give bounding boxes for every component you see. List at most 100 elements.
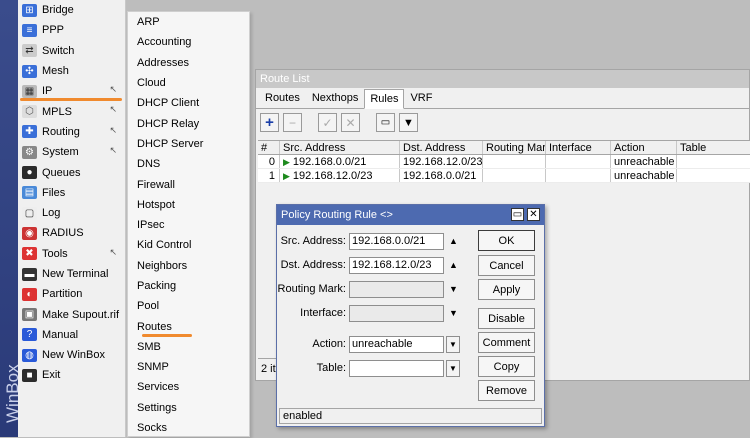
column-header[interactable]: Routing Mark	[483, 141, 546, 154]
enable-button[interactable]: ✓	[318, 113, 337, 132]
dropdown-icon[interactable]: ▼	[446, 335, 460, 353]
comment-button[interactable]: Comment	[478, 332, 535, 353]
column-header[interactable]: Dst. Address	[400, 141, 483, 154]
plus-icon: +	[265, 114, 274, 131]
mpls-icon: ⬡	[22, 105, 37, 119]
column-header[interactable]: #	[258, 141, 280, 154]
routing-mark-field[interactable]	[349, 280, 444, 298]
main-menu-item-new-winbox[interactable]: ◍ New WinBox	[18, 345, 125, 365]
column-header[interactable]: Table	[677, 141, 750, 154]
cancel-button[interactable]: Cancel	[478, 255, 535, 276]
copy-button[interactable]: Copy	[478, 356, 535, 377]
ip-submenu-item-dhcp-client[interactable]: DHCP Client	[128, 93, 249, 113]
main-menu-label: Bridge	[42, 4, 74, 17]
main-menu-label: Queues	[42, 166, 81, 179]
remove-button[interactable]: −	[283, 113, 302, 132]
ip-submenu-item-packing[interactable]: Packing	[128, 276, 249, 296]
ip-submenu-item-settings[interactable]: Settings	[128, 398, 249, 418]
main-menu-item-mpls[interactable]: ⬡ MPLS ↖	[18, 101, 125, 121]
submenu-arrow-icon: ↖	[109, 84, 117, 95]
ip-submenu-item-firewall[interactable]: Firewall	[128, 174, 249, 194]
action-select[interactable]: unreachable	[349, 335, 444, 353]
add-button[interactable]: +	[260, 113, 279, 132]
expand-arrow-icon[interactable]: ▼	[449, 284, 458, 294]
route-list-title[interactable]: Route List	[256, 70, 749, 88]
ip-submenu-item-dhcp-relay[interactable]: DHCP Relay	[128, 113, 249, 133]
cell-num: 1	[258, 169, 280, 182]
queues-icon: ●	[22, 166, 37, 180]
remove-button[interactable]: Remove	[478, 380, 535, 401]
ip-submenu-item-dns[interactable]: DNS	[128, 154, 249, 174]
ip-submenu-item-dhcp-server[interactable]: DHCP Server	[128, 134, 249, 154]
column-header[interactable]: Action	[611, 141, 677, 154]
apply-button[interactable]: Apply	[478, 279, 535, 300]
main-menu-item-exit[interactable]: ■ Exit	[18, 365, 125, 385]
comment-button[interactable]: ▭	[376, 113, 395, 132]
cell-num: 0	[258, 155, 280, 168]
disable-button[interactable]: Disable	[478, 308, 535, 329]
ip-submenu-item-cloud[interactable]: Cloud	[128, 73, 249, 93]
ip-submenu-item-snmp[interactable]: SNMP	[128, 357, 249, 377]
main-menu-label: RADIUS	[42, 227, 84, 240]
ip-submenu-item-addresses[interactable]: Addresses	[128, 53, 249, 73]
exit-icon: ■	[22, 368, 37, 382]
main-menu-item-radius[interactable]: ◉ RADIUS	[18, 223, 125, 243]
main-menu-item-system[interactable]: ⚙ System ↖	[18, 142, 125, 162]
main-menu-item-new-terminal[interactable]: ▬ New Terminal	[18, 264, 125, 284]
main-menu-item-tools[interactable]: ✖ Tools ↖	[18, 244, 125, 264]
dropdown-icon[interactable]: ▼	[446, 359, 460, 377]
maximize-icon[interactable]: ▭	[511, 208, 524, 221]
tab-routes[interactable]: Routes	[259, 88, 306, 108]
main-menu-label: Make Supout.rif	[42, 308, 120, 321]
collapse-arrow-icon[interactable]: ▲	[449, 236, 458, 246]
main-menu-item-partition[interactable]: ◐ Partition	[18, 284, 125, 304]
column-header[interactable]: Src. Address	[280, 141, 400, 154]
dst-address-field[interactable]: 192.168.12.0/23	[349, 256, 444, 274]
tab-rules[interactable]: Rules	[364, 89, 405, 109]
disable-button[interactable]: ✕	[341, 113, 360, 132]
ip-submenu-item-neighbors[interactable]: Neighbors	[128, 256, 249, 276]
ip-submenu-item-kid-control[interactable]: Kid Control	[128, 235, 249, 255]
collapse-arrow-icon[interactable]: ▲	[449, 260, 458, 270]
table-row[interactable]: 1 ▶ 192.168.12.0/23 192.168.0.0/21 unreachab…	[258, 169, 750, 183]
main-menu-item-log[interactable]: ▢ Log	[18, 203, 125, 223]
ip-submenu-item-hotspot[interactable]: Hotspot	[128, 195, 249, 215]
cell-dst: 192.168.12.0/23	[400, 155, 483, 168]
main-menu-item-queues[interactable]: ● Queues	[18, 162, 125, 182]
cell-src: ▶ 192.168.12.0/23	[280, 169, 400, 182]
main-menu-item-routing[interactable]: ✚ Routing ↖	[18, 122, 125, 142]
close-icon[interactable]: ✕	[527, 208, 540, 221]
table-row[interactable]: 0 ▶ 192.168.0.0/21 192.168.12.0/23 unreachab…	[258, 155, 750, 169]
log-icon: ▢	[22, 206, 37, 220]
tab-nexthops[interactable]: Nexthops	[306, 88, 364, 108]
expand-arrow-icon[interactable]: ▼	[449, 308, 458, 318]
ip-submenu-item-socks[interactable]: Socks	[128, 418, 249, 438]
ip-submenu-item-accounting[interactable]: Accounting	[128, 32, 249, 52]
ip-submenu-item-pool[interactable]: Pool	[128, 296, 249, 316]
partition-icon: ◐	[22, 287, 37, 301]
routing-icon: ✚	[22, 125, 37, 139]
ip-submenu-item-ipsec[interactable]: IPsec	[128, 215, 249, 235]
tab-vrf[interactable]: VRF	[404, 88, 438, 108]
table-select[interactable]	[349, 359, 444, 377]
ok-button[interactable]: OK	[478, 230, 535, 251]
main-menu-item-files[interactable]: ▤ Files	[18, 183, 125, 203]
interface-field[interactable]	[349, 304, 444, 322]
main-menu-label: Switch	[42, 44, 75, 57]
src-address-field[interactable]: 192.168.0.0/21	[349, 232, 444, 250]
main-menu-item-manual[interactable]: ? Manual	[18, 325, 125, 345]
main-menu-item-bridge[interactable]: ⊞ Bridge	[18, 0, 125, 20]
ip-submenu-item-smb[interactable]: SMB	[128, 337, 249, 357]
main-menu-item-ppp[interactable]: ≡ PPP	[18, 20, 125, 40]
mesh-icon: ✣	[22, 64, 37, 78]
column-header[interactable]: Interface	[546, 141, 611, 154]
ip-submenu-item-arp[interactable]: ARP	[128, 12, 249, 32]
main-menu-item-make-supout-rif[interactable]: ▣ Make Supout.rif	[18, 304, 125, 324]
ip-submenu-item-services[interactable]: Services	[128, 377, 249, 397]
main-menu-item-mesh[interactable]: ✣ Mesh	[18, 61, 125, 81]
filter-button[interactable]: ▼	[399, 113, 418, 132]
action-label: Action:	[312, 338, 346, 350]
main-menu-item-switch[interactable]: ⇄ Switch	[18, 41, 125, 61]
dialog-title-bar[interactable]: Policy Routing Rule <> ▭ ✕	[277, 205, 544, 225]
radius-icon: ◉	[22, 226, 37, 240]
